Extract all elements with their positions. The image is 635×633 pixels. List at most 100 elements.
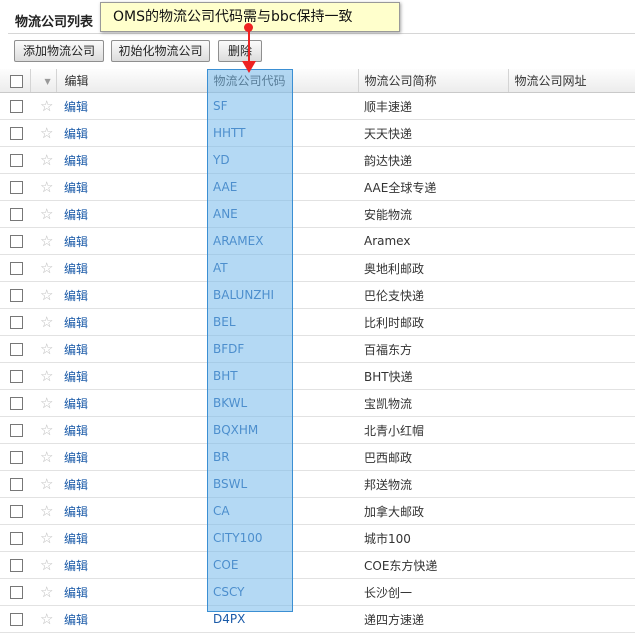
table-row[interactable]: ☆编辑AAEAAE全球专递: [0, 173, 635, 201]
table-row[interactable]: ☆编辑CITY100城市100: [0, 524, 635, 552]
edit-link[interactable]: 编辑: [56, 92, 207, 120]
row-checkbox[interactable]: [10, 532, 23, 545]
edit-link[interactable]: 编辑: [56, 416, 207, 444]
table-row[interactable]: ☆编辑ANE安能物流: [0, 200, 635, 228]
edit-link[interactable]: 编辑: [56, 146, 207, 174]
delete-button[interactable]: 删除: [218, 40, 262, 62]
row-star-cell: ☆: [30, 389, 56, 417]
row-checkbox[interactable]: [10, 613, 23, 626]
header-url[interactable]: 物流公司网址: [508, 69, 635, 93]
edit-link[interactable]: 编辑: [56, 605, 207, 633]
table-row[interactable]: ☆编辑CSCY长沙创一: [0, 578, 635, 606]
table-row[interactable]: ☆编辑BKWL宝凯物流: [0, 389, 635, 417]
edit-link[interactable]: 编辑: [56, 281, 207, 309]
star-icon[interactable]: ☆: [40, 367, 53, 385]
row-checkbox[interactable]: [10, 289, 23, 302]
row-star-cell: ☆: [30, 281, 56, 309]
row-checkbox[interactable]: [10, 235, 23, 248]
row-checkbox[interactable]: [10, 451, 23, 464]
star-icon[interactable]: ☆: [40, 502, 53, 520]
dropdown-arrow-icon[interactable]: ▼: [45, 77, 51, 86]
star-icon[interactable]: ☆: [40, 232, 53, 250]
table-row[interactable]: ☆编辑YD韵达快递: [0, 146, 635, 174]
row-checkbox[interactable]: [10, 559, 23, 572]
row-checkbox[interactable]: [10, 154, 23, 167]
edit-link[interactable]: 编辑: [56, 254, 207, 282]
table-row[interactable]: ☆编辑BQXHM北青小红帽: [0, 416, 635, 444]
sort-menu-cell[interactable]: ▼: [30, 69, 57, 93]
logistics-url: [508, 146, 635, 174]
table-row[interactable]: ☆编辑ARAMEXAramex: [0, 227, 635, 255]
star-icon[interactable]: ☆: [40, 394, 53, 412]
row-star-cell: ☆: [30, 551, 56, 579]
table-row[interactable]: ☆编辑SF顺丰速递: [0, 92, 635, 120]
row-checkbox[interactable]: [10, 262, 23, 275]
edit-link[interactable]: 编辑: [56, 119, 207, 147]
add-logistics-button[interactable]: 添加物流公司: [14, 40, 104, 62]
edit-link[interactable]: 编辑: [56, 578, 207, 606]
row-checkbox[interactable]: [10, 127, 23, 140]
header-edit[interactable]: 编辑: [56, 69, 208, 93]
star-icon[interactable]: ☆: [40, 556, 53, 574]
header-name[interactable]: 物流公司简称: [358, 69, 509, 93]
star-icon[interactable]: ☆: [40, 448, 53, 466]
star-icon[interactable]: ☆: [40, 529, 53, 547]
table-row[interactable]: ☆编辑CA加拿大邮政: [0, 497, 635, 525]
star-icon[interactable]: ☆: [40, 151, 53, 169]
edit-link[interactable]: 编辑: [56, 227, 207, 255]
table-row[interactable]: ☆ 编辑 D4PX 递四方速递: [0, 605, 635, 633]
star-icon[interactable]: ☆: [40, 313, 53, 331]
table-row[interactable]: ☆编辑HHTT天天快递: [0, 119, 635, 147]
star-icon[interactable]: ☆: [40, 475, 53, 493]
star-icon[interactable]: ☆: [40, 178, 53, 196]
row-checkbox[interactable]: [10, 181, 23, 194]
star-icon[interactable]: ☆: [40, 610, 53, 628]
table-row[interactable]: ☆编辑COECOE东方快递: [0, 551, 635, 579]
star-icon[interactable]: ☆: [40, 421, 53, 439]
row-checkbox[interactable]: [10, 343, 23, 356]
star-icon[interactable]: ☆: [40, 340, 53, 358]
table-row[interactable]: ☆编辑BHTBHT快递: [0, 362, 635, 390]
row-checkbox[interactable]: [10, 100, 23, 113]
star-icon[interactable]: ☆: [40, 124, 53, 142]
edit-link[interactable]: 编辑: [56, 173, 207, 201]
edit-link[interactable]: 编辑: [56, 443, 207, 471]
select-all-checkbox[interactable]: [10, 74, 23, 88]
star-icon[interactable]: ☆: [40, 205, 53, 223]
row-checkbox[interactable]: [10, 478, 23, 491]
table-row[interactable]: ☆编辑BR巴西邮政: [0, 443, 635, 471]
row-checkbox[interactable]: [10, 424, 23, 437]
table-row[interactable]: ☆编辑AT奥地利邮政: [0, 254, 635, 282]
row-checkbox[interactable]: [10, 316, 23, 329]
edit-link[interactable]: 编辑: [56, 551, 207, 579]
annotation-pin-dot: [244, 23, 253, 32]
row-checkbox[interactable]: [10, 586, 23, 599]
table-row[interactable]: ☆编辑BEL比利时邮政: [0, 308, 635, 336]
row-checkbox-cell: [0, 497, 30, 525]
edit-link[interactable]: 编辑: [56, 470, 207, 498]
star-icon[interactable]: ☆: [40, 286, 53, 304]
star-icon[interactable]: ☆: [40, 259, 53, 277]
row-star-cell: ☆: [30, 173, 56, 201]
row-checkbox[interactable]: [10, 505, 23, 518]
row-checkbox[interactable]: [10, 370, 23, 383]
row-checkbox-cell: [0, 173, 30, 201]
edit-link[interactable]: 编辑: [56, 362, 207, 390]
edit-link[interactable]: 编辑: [56, 389, 207, 417]
logistics-url: [508, 416, 635, 444]
table-row[interactable]: ☆编辑BALUNZHI巴伦支快递: [0, 281, 635, 309]
row-checkbox[interactable]: [10, 397, 23, 410]
star-icon[interactable]: ☆: [40, 583, 53, 601]
edit-link[interactable]: 编辑: [56, 497, 207, 525]
logistics-name: 安能物流: [358, 200, 508, 228]
edit-link[interactable]: 编辑: [56, 335, 207, 363]
row-checkbox[interactable]: [10, 208, 23, 221]
table-row[interactable]: ☆编辑BSWL邦送物流: [0, 470, 635, 498]
init-logistics-button[interactable]: 初始化物流公司: [111, 40, 210, 62]
edit-link[interactable]: 编辑: [56, 308, 207, 336]
table-row[interactable]: ☆编辑BFDF百福东方: [0, 335, 635, 363]
edit-link[interactable]: 编辑: [56, 200, 207, 228]
star-icon[interactable]: ☆: [40, 97, 53, 115]
edit-link[interactable]: 编辑: [56, 524, 207, 552]
logistics-url: [508, 578, 635, 606]
